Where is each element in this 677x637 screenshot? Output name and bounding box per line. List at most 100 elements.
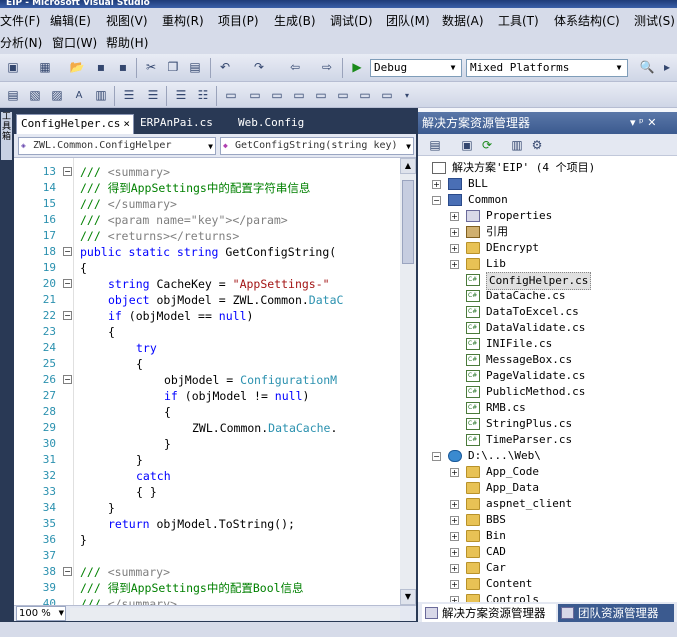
refresh-icon[interactable]: ⟳: [478, 137, 496, 153]
tree-item[interactable]: INIFile.cs: [418, 336, 677, 352]
bookmark-icon[interactable]: ▥: [92, 87, 110, 103]
tree-item[interactable]: RMB.cs: [418, 400, 677, 416]
add-item-icon[interactable]: ▦: [36, 59, 54, 75]
comment-icon[interactable]: ☰: [172, 87, 190, 103]
expand-icon[interactable]: +: [450, 532, 459, 541]
tree-item[interactable]: + aspnet_client: [418, 496, 677, 512]
expand-icon[interactable]: +: [450, 212, 459, 221]
open-file-icon[interactable]: 📂: [68, 59, 86, 75]
vertical-scrollbar[interactable]: ▲ ▼: [400, 158, 416, 605]
expand-icon[interactable]: +: [450, 516, 459, 525]
tree-item[interactable]: ConfigHelper.cs: [418, 272, 677, 290]
tree-item[interactable]: MessageBox.cs: [418, 352, 677, 368]
save-icon[interactable]: ▪: [92, 59, 110, 75]
menu-item[interactable]: 帮助(H): [106, 34, 148, 51]
tree-item[interactable]: + 引用: [418, 224, 677, 240]
next-bookmark-folder-icon[interactable]: ▭: [312, 87, 330, 103]
menu-item[interactable]: 重构(R): [162, 12, 204, 29]
save-all-icon[interactable]: ▪: [114, 59, 132, 75]
navigate-forward-icon[interactable]: ⇨: [318, 59, 336, 75]
prev-bookmark-icon[interactable]: ▭: [246, 87, 264, 103]
expand-icon[interactable]: +: [450, 564, 459, 573]
collapse-icon[interactable]: −: [432, 452, 441, 461]
collapse-toggle-icon[interactable]: −: [63, 567, 72, 576]
tab-web-config[interactable]: Web.Config: [234, 114, 324, 134]
toolbox-tab[interactable]: 工具箱: [1, 112, 12, 160]
toolbar-overflow-icon[interactable]: ▾: [398, 87, 416, 103]
menu-item[interactable]: 项目(P): [218, 12, 259, 29]
next-bookmark-doc-icon[interactable]: ▭: [356, 87, 374, 103]
new-project-icon[interactable]: ▣: [4, 59, 22, 75]
menu-item[interactable]: 分析(N): [0, 34, 42, 51]
tree-item[interactable]: + Controls: [418, 592, 677, 602]
menu-item[interactable]: 体系结构(C): [554, 12, 620, 29]
show-all-files-icon[interactable]: ▣: [458, 137, 476, 153]
clear-bookmarks-icon[interactable]: ▭: [378, 87, 396, 103]
tree-item[interactable]: + BLL: [418, 176, 677, 192]
expand-icon[interactable]: +: [432, 180, 441, 189]
tree-item[interactable]: App_Data: [418, 480, 677, 496]
tree-item[interactable]: + Lib: [418, 256, 677, 272]
zoom-select[interactable]: 100 % ▼: [16, 606, 66, 621]
tree-item[interactable]: − D:\...\Web\: [418, 448, 677, 464]
tree-item[interactable]: PublicMethod.cs: [418, 384, 677, 400]
expand-icon[interactable]: +: [450, 244, 459, 253]
tree-item[interactable]: PageValidate.cs: [418, 368, 677, 384]
config-select[interactable]: Debug ▼: [370, 59, 462, 77]
menu-item[interactable]: 窗口(W): [52, 34, 97, 51]
collapse-toggle-icon[interactable]: −: [63, 167, 72, 176]
code-area[interactable]: 13 14 15 16 17 18 19 20 21 22 23 24 25 26 27 28 29 30 31 32…: [14, 158, 400, 605]
panel-controls[interactable]: ▾ ᵖ ✕: [630, 112, 674, 134]
horizontal-scrollbar[interactable]: [70, 608, 400, 620]
toggle-bookmark-icon[interactable]: ▭: [222, 87, 240, 103]
properties-icon[interactable]: ▤: [426, 137, 444, 153]
expand-icon[interactable]: +: [450, 500, 459, 509]
quick-info-icon[interactable]: ▨: [48, 87, 66, 103]
parameter-info-icon[interactable]: ▧: [26, 87, 44, 103]
copy-icon[interactable]: ❐: [164, 59, 182, 75]
complete-word-icon[interactable]: A: [70, 87, 88, 103]
decrease-indent-icon[interactable]: ☰: [120, 87, 138, 103]
more-icon[interactable]: ▸: [658, 59, 676, 75]
menu-item[interactable]: 测试(S): [634, 12, 675, 29]
expand-icon[interactable]: +: [450, 228, 459, 237]
scroll-down-icon[interactable]: ▼: [400, 589, 416, 605]
view-code-icon[interactable]: ▥: [508, 137, 526, 153]
tab-solution-explorer[interactable]: 解决方案资源管理器: [422, 604, 556, 622]
expand-icon[interactable]: +: [450, 260, 459, 269]
expand-icon[interactable]: +: [450, 580, 459, 589]
prev-bookmark-folder-icon[interactable]: ▭: [290, 87, 308, 103]
tree-item[interactable]: + DEncrypt: [418, 240, 677, 256]
menu-item[interactable]: 工具(T): [498, 12, 539, 29]
collapse-toggle-icon[interactable]: −: [63, 279, 72, 288]
tree-item[interactable]: TimeParser.cs: [418, 432, 677, 448]
menu-item[interactable]: 编辑(E): [50, 12, 91, 29]
expand-icon[interactable]: +: [450, 468, 459, 477]
member-dropdown[interactable]: ◆ GetConfigString(string key) ▼: [220, 137, 414, 155]
menu-item[interactable]: 调试(D): [330, 12, 373, 29]
scroll-thumb[interactable]: [402, 180, 414, 264]
class-diagram-icon[interactable]: ⚙: [528, 137, 546, 153]
tree-item[interactable]: 解决方案'EIP' (4 个项目): [418, 160, 677, 176]
tree-item[interactable]: + App_Code: [418, 464, 677, 480]
platform-select[interactable]: Mixed Platforms ▼: [466, 59, 628, 77]
tree-item[interactable]: DataCache.cs: [418, 288, 677, 304]
tree-item[interactable]: + CAD: [418, 544, 677, 560]
menu-item[interactable]: 数据(A): [442, 12, 484, 29]
menu-item[interactable]: 视图(V): [106, 12, 148, 29]
undo-icon[interactable]: ↶: [216, 59, 234, 75]
list-members-icon[interactable]: ▤: [4, 87, 22, 103]
collapse-icon[interactable]: −: [432, 196, 441, 205]
find-icon[interactable]: 🔍: [638, 59, 656, 75]
scroll-up-icon[interactable]: ▲: [400, 158, 416, 174]
collapse-toggle-icon[interactable]: −: [63, 247, 72, 256]
prev-bookmark-doc-icon[interactable]: ▭: [334, 87, 352, 103]
tree-item[interactable]: StringPlus.cs: [418, 416, 677, 432]
uncomment-icon[interactable]: ☷: [194, 87, 212, 103]
redo-icon[interactable]: ↷: [250, 59, 268, 75]
menu-item[interactable]: 团队(M): [386, 12, 430, 29]
tree-item[interactable]: + Content: [418, 576, 677, 592]
close-icon[interactable]: ×: [123, 115, 130, 133]
increase-indent-icon[interactable]: ☰: [144, 87, 162, 103]
tree-item[interactable]: + BBS: [418, 512, 677, 528]
